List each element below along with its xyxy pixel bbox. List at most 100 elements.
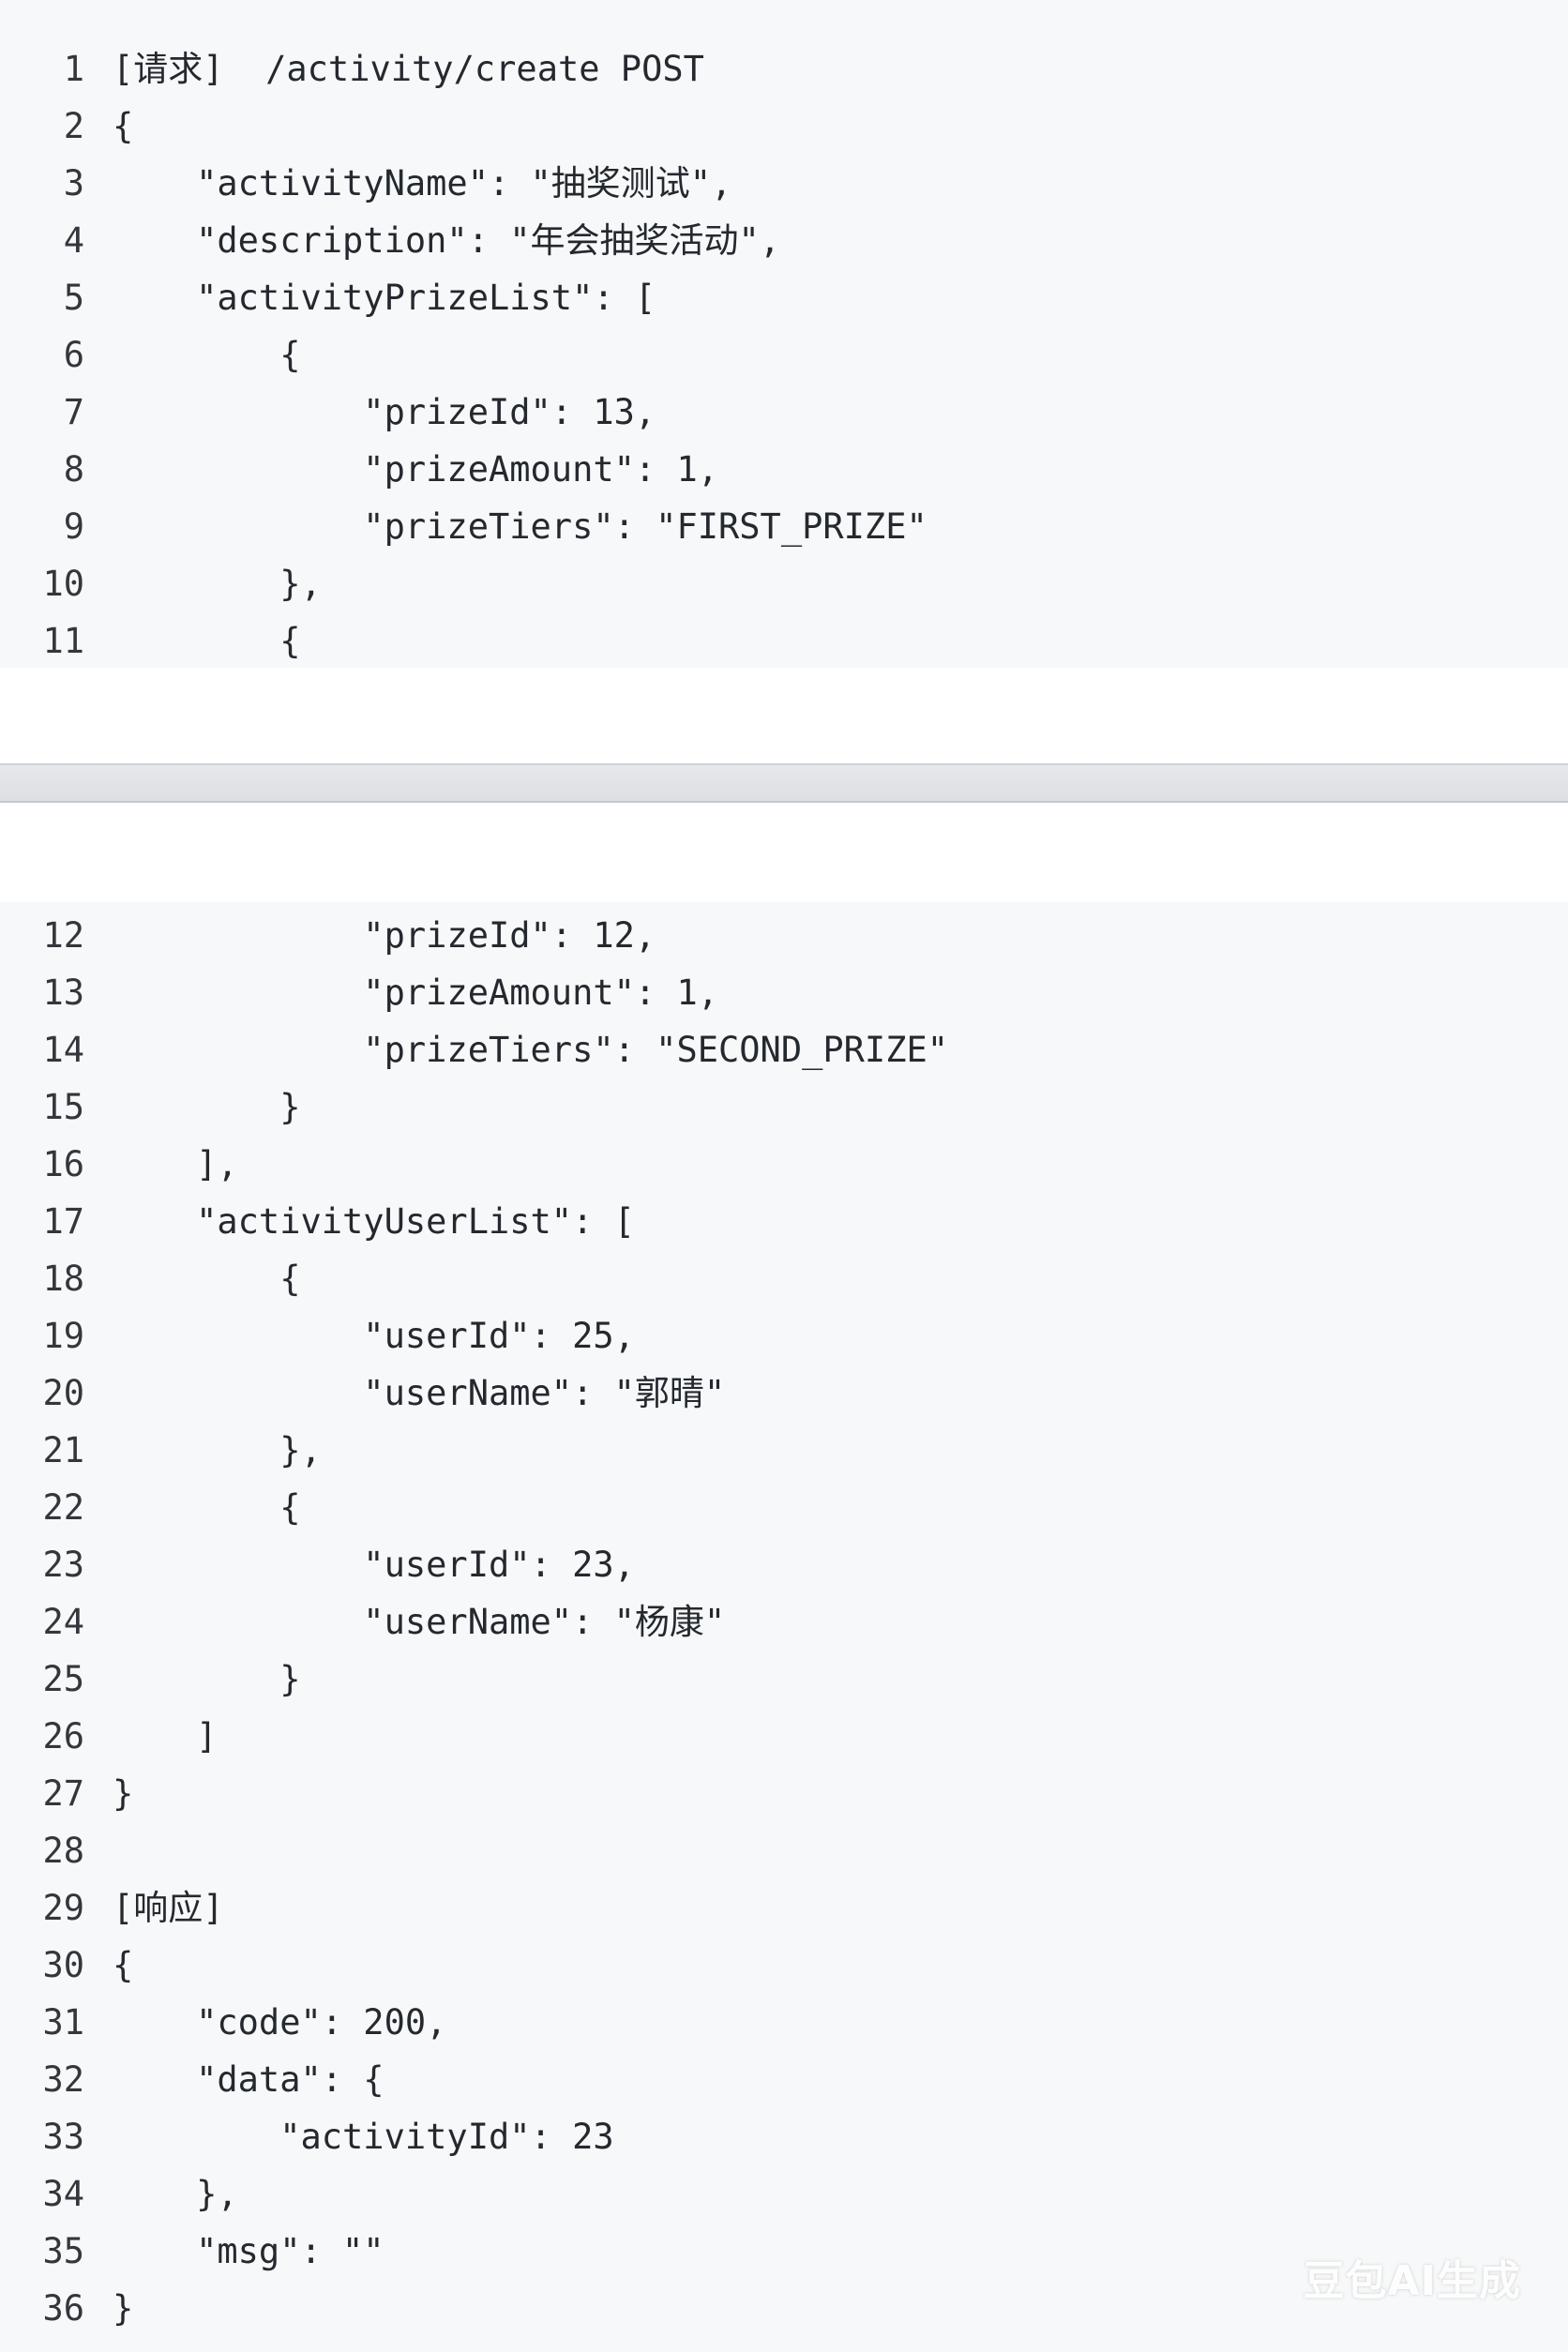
line-number: 19	[42, 1316, 84, 1356]
line-text: "prizeId": 12,	[113, 915, 656, 956]
code-line: 22 {	[0, 1479, 1568, 1536]
line-text: },	[113, 1430, 322, 1470]
line-text: {	[113, 621, 301, 661]
line-text: "data": {	[113, 2059, 384, 2100]
line-number: 14	[42, 1030, 84, 1070]
line-number: 8	[63, 449, 84, 490]
line-number: 12	[42, 915, 84, 956]
line-number: 33	[42, 2117, 84, 2157]
code-line: 30 {	[0, 1937, 1568, 1994]
code-line: 32 "data": {	[0, 2051, 1568, 2108]
line-number: 11	[42, 621, 84, 661]
code-line: 5 "activityPrizeList": [	[0, 269, 1568, 326]
line-text: {	[113, 335, 301, 375]
line-number: 28	[42, 1831, 84, 1871]
line-text: "msg": ""	[113, 2231, 384, 2271]
line-number: 30	[42, 1945, 84, 1985]
line-number: 10	[42, 564, 84, 604]
line-text: "code": 200,	[113, 2002, 447, 2043]
line-number: 29	[42, 1888, 84, 1928]
code-line: 18 {	[0, 1250, 1568, 1307]
line-text: }	[113, 1087, 301, 1127]
line-number: 25	[42, 1659, 84, 1699]
page-gap	[0, 668, 1568, 763]
code-line: 1 [请求] /activity/create POST	[0, 40, 1568, 98]
code-line: 16 ],	[0, 1136, 1568, 1193]
line-number: 1	[63, 49, 84, 89]
line-number: 6	[63, 335, 84, 375]
code-line: 31 "code": 200,	[0, 1994, 1568, 2051]
line-number: 26	[42, 1716, 84, 1756]
line-text: ],	[113, 1144, 238, 1184]
line-text: "prizeAmount": 1,	[113, 449, 719, 490]
line-text: {	[113, 1487, 301, 1528]
code-line: 20 "userName": "郭晴"	[0, 1364, 1568, 1422]
code-line: 33 "activityId": 23	[0, 2108, 1568, 2165]
line-number: 20	[42, 1373, 84, 1413]
code-line: 11 {	[0, 612, 1568, 670]
line-text: {	[113, 106, 134, 146]
code-line: 13 "prizeAmount": 1,	[0, 964, 1568, 1021]
code-line: 21 },	[0, 1422, 1568, 1479]
line-number: 22	[42, 1487, 84, 1528]
code-line: 7 "prizeId": 13,	[0, 384, 1568, 441]
code-line: 14 "prizeTiers": "SECOND_PRIZE"	[0, 1021, 1568, 1078]
line-number: 7	[63, 392, 84, 432]
line-number: 24	[42, 1602, 84, 1642]
code-line: 10 },	[0, 555, 1568, 612]
line-number: 17	[42, 1201, 84, 1242]
line-text: "prizeTiers": "FIRST_PRIZE"	[113, 506, 927, 547]
line-text: ]	[113, 1716, 218, 1756]
line-text: "userName": "郭晴"	[113, 1373, 726, 1413]
line-text: }	[113, 1659, 301, 1699]
code-line: 34 },	[0, 2165, 1568, 2223]
line-text: "prizeTiers": "SECOND_PRIZE"	[113, 1030, 949, 1070]
code-line: 9 "prizeTiers": "FIRST_PRIZE"	[0, 498, 1568, 555]
line-number: 32	[42, 2059, 84, 2100]
line-number: 23	[42, 1545, 84, 1585]
line-number: 16	[42, 1144, 84, 1184]
line-text: "userId": 25,	[113, 1316, 635, 1356]
line-text: "description": "年会抽奖活动",	[113, 220, 781, 261]
line-number: 4	[63, 220, 84, 261]
line-number: 21	[42, 1430, 84, 1470]
code-line: 25 }	[0, 1651, 1568, 1708]
line-number: 34	[42, 2174, 84, 2214]
line-text: "prizeAmount": 1,	[113, 972, 719, 1013]
line-number: 36	[42, 2288, 84, 2329]
code-line: 19 "userId": 25,	[0, 1307, 1568, 1364]
code-line: 15 }	[0, 1078, 1568, 1136]
line-text: "activityUserList": [	[113, 1201, 635, 1242]
code-line: 28	[0, 1822, 1568, 1879]
line-number: 2	[63, 106, 84, 146]
code-block-request-top: 1 [请求] /activity/create POST 2{ 3 "activi…	[0, 0, 1568, 668]
line-text: "activityPrizeList": [	[113, 278, 656, 318]
line-number: 31	[42, 2002, 84, 2043]
line-text: [响应]	[113, 1888, 224, 1928]
line-number: 35	[42, 2231, 84, 2271]
line-text: "userName": "杨康"	[113, 1602, 726, 1642]
line-text: }	[113, 2288, 134, 2329]
code-line: 3 "activityName": "抽奖测试",	[0, 155, 1568, 212]
code-line: 24 "userName": "杨康"	[0, 1593, 1568, 1651]
line-number: 9	[63, 506, 84, 547]
line-text: "activityId": 23	[113, 2117, 614, 2157]
code-line: 12 "prizeId": 12,	[0, 907, 1568, 964]
code-line: 26 ]	[0, 1708, 1568, 1765]
code-line: 2{	[0, 98, 1568, 155]
line-text: }	[113, 1773, 134, 1814]
line-text: },	[113, 2174, 238, 2214]
line-number: 27	[42, 1773, 84, 1814]
line-number: 5	[63, 278, 84, 318]
line-number: 18	[42, 1259, 84, 1299]
page-separator	[0, 763, 1568, 803]
line-text: "prizeId": 13,	[113, 392, 656, 432]
code-line: 6 {	[0, 326, 1568, 384]
line-text: "activityName": "抽奖测试",	[113, 163, 732, 204]
line-text: "userId": 23,	[113, 1545, 635, 1585]
code-line: 29 [响应]	[0, 1879, 1568, 1937]
line-number: 15	[42, 1087, 84, 1127]
code-block-request-response: 12 "prizeId": 12, 13 "prizeAmount": 1, 1…	[0, 902, 1568, 2352]
line-number: 13	[42, 972, 84, 1013]
line-text: {	[113, 1259, 301, 1299]
